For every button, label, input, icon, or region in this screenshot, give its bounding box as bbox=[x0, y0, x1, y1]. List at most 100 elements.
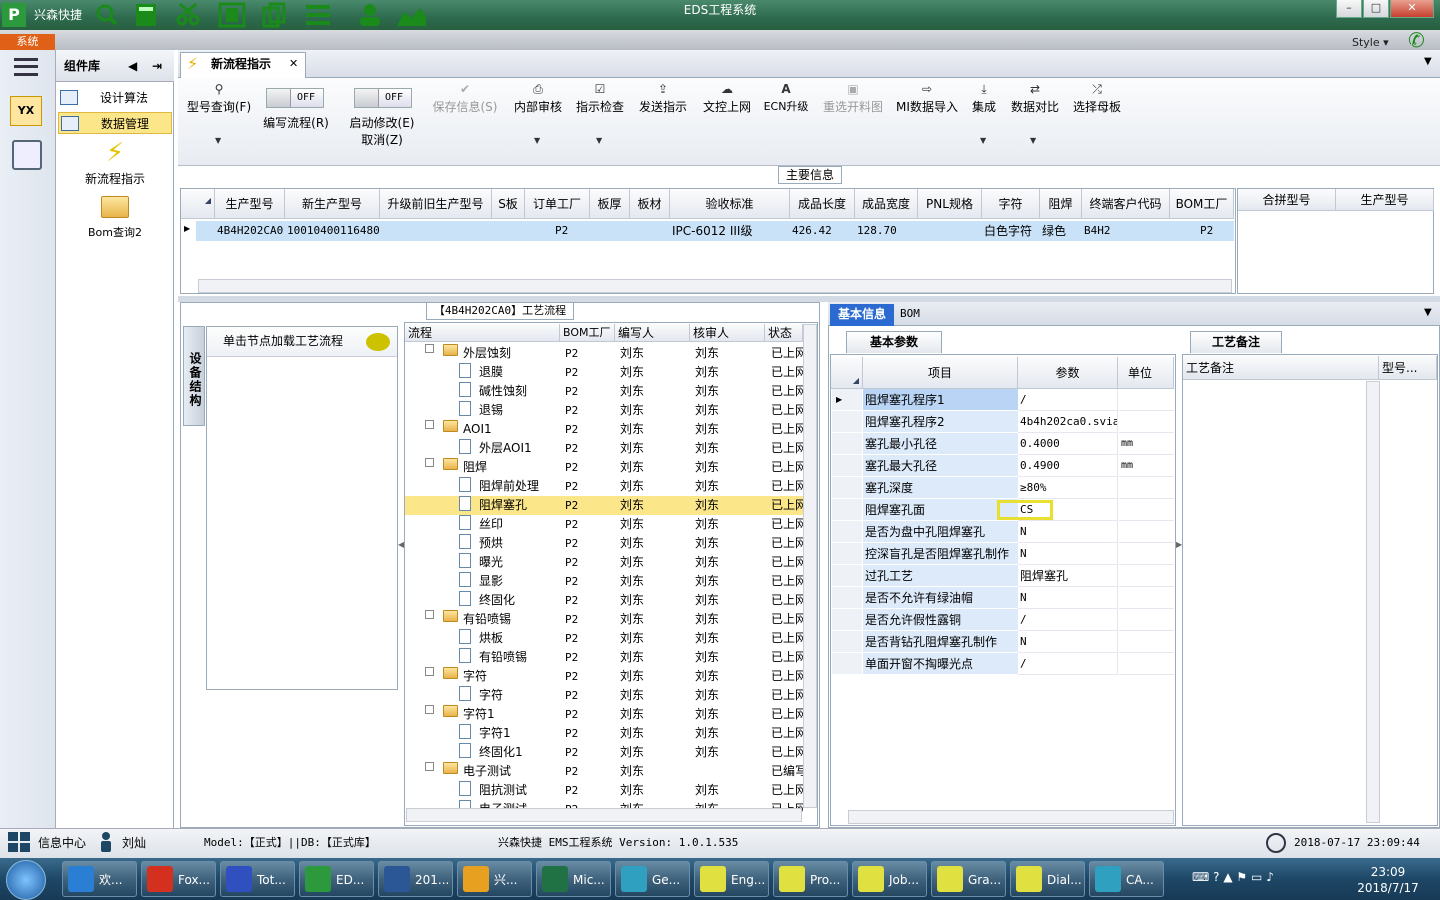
column-header[interactable]: 验收标准 bbox=[670, 189, 790, 219]
collapse-left-icon[interactable]: ◀ bbox=[128, 50, 137, 82]
table-cell[interactable] bbox=[920, 221, 982, 241]
column-header[interactable]: S板 bbox=[492, 189, 525, 219]
tree-row[interactable]: 终固化1 P2 刘东 刘东 已上网 bbox=[405, 743, 803, 762]
param-row[interactable]: 是否允许假性露铜 / bbox=[832, 609, 1174, 631]
column-header[interactable]: 成品宽度 bbox=[855, 189, 918, 219]
param-value[interactable]: N bbox=[1018, 543, 1118, 565]
system-tab[interactable]: 系统 bbox=[0, 34, 55, 50]
sidebar-item-bom-query[interactable]: Bom查询2 bbox=[58, 196, 172, 242]
horizontal-scrollbar[interactable] bbox=[406, 808, 802, 822]
sidebar-item-design-algorithm[interactable]: 设计算法 bbox=[58, 87, 172, 109]
param-value[interactable]: / bbox=[1018, 609, 1118, 631]
tree-row[interactable]: − 字符 P2 刘东 刘东 已上网 bbox=[405, 667, 803, 686]
chart-icon[interactable] bbox=[398, 8, 426, 26]
taskbar-item[interactable]: 兴... bbox=[457, 861, 532, 897]
taskbar-item[interactable]: Pro... bbox=[773, 861, 848, 897]
table-cell[interactable]: B4H2 bbox=[1084, 221, 1170, 241]
tree-row[interactable]: − 外层蚀刻 P2 刘东 刘东 已上网 bbox=[405, 344, 803, 363]
taskbar-item[interactable]: Dial... bbox=[1010, 861, 1085, 897]
mi-import-button[interactable]: ⇨ MI数据导入 bbox=[894, 82, 960, 114]
column-header[interactable]: 工艺备注 bbox=[1183, 356, 1379, 380]
vertical-scrollbar[interactable] bbox=[803, 324, 817, 808]
tree-row[interactable]: 终固化 P2 刘东 刘东 已上网 bbox=[405, 591, 803, 610]
column-header[interactable]: 订单工厂 bbox=[525, 189, 590, 219]
dropdown-arrow-icon[interactable]: ▼ bbox=[534, 136, 540, 145]
column-header[interactable]: 状态 bbox=[765, 324, 803, 342]
column-header[interactable]: 板厚 bbox=[590, 189, 630, 219]
param-value[interactable]: 0.4900 bbox=[1018, 455, 1118, 477]
data-compare-button[interactable]: ⇄ 数据对比 bbox=[1008, 82, 1062, 114]
tree-row[interactable]: − AOI1 P2 刘东 刘东 已上网 bbox=[405, 420, 803, 439]
table-cell[interactable] bbox=[494, 221, 525, 241]
tree-row[interactable]: 预烘 P2 刘东 刘东 已上网 bbox=[405, 534, 803, 553]
tab-equipment-structure[interactable]: 设备结构 bbox=[183, 326, 205, 426]
help-icon[interactable]: ? bbox=[1213, 870, 1219, 884]
taskbar-item[interactable]: 201... bbox=[378, 861, 453, 897]
taskbar-item[interactable]: 欢... bbox=[62, 861, 137, 897]
send-instruction-button[interactable]: ⇪ 发送指示 bbox=[636, 82, 690, 114]
taskbar-clock[interactable]: 23:09 2018/7/17 bbox=[1356, 864, 1420, 896]
collapse-icon[interactable]: − bbox=[425, 420, 434, 429]
list-icon[interactable] bbox=[306, 5, 330, 25]
dropdown-arrow-icon[interactable]: ▼ bbox=[215, 136, 221, 145]
param-row[interactable]: 塞孔最大孔径 0.4900 mm bbox=[832, 455, 1174, 477]
tree-row[interactable]: 烘板 P2 刘东 刘东 已上网 bbox=[405, 629, 803, 648]
table-cell[interactable]: 4B4H202CA0 bbox=[217, 221, 285, 241]
sidebar-item-new-flow[interactable]: ⚡ 新流程指示 bbox=[58, 138, 172, 188]
column-header[interactable]: 终端客户代码 bbox=[1082, 189, 1170, 219]
param-value[interactable]: ≥80% bbox=[1018, 477, 1118, 499]
taskbar-item[interactable]: Eng... bbox=[694, 861, 769, 897]
column-header[interactable]: BOM工厂 bbox=[1170, 189, 1234, 219]
calculator-grid-icon[interactable] bbox=[12, 140, 42, 170]
param-value[interactable]: N bbox=[1018, 587, 1118, 609]
table-cell[interactable] bbox=[592, 221, 630, 241]
param-value[interactable]: 阻焊塞孔 bbox=[1018, 565, 1118, 587]
column-header[interactable]: 核审人 bbox=[690, 324, 765, 342]
tree-row[interactable]: 字符 P2 刘东 刘东 已上网 bbox=[405, 686, 803, 705]
tree-row[interactable]: 退膜 P2 刘东 刘东 已上网 bbox=[405, 363, 803, 382]
column-header[interactable]: 新生产型号 bbox=[285, 189, 380, 219]
table-cell[interactable] bbox=[632, 221, 670, 241]
collapse-icon[interactable]: − bbox=[425, 610, 434, 619]
tree-row[interactable]: − 电子测试 P2 刘东 已编写 bbox=[405, 762, 803, 781]
param-value[interactable]: 4b4h202ca0.svia bbox=[1018, 411, 1118, 433]
collapse-icon[interactable]: − bbox=[425, 458, 434, 467]
integrate-button[interactable]: ⤓ 集成 bbox=[968, 82, 1000, 114]
tab-basic-params[interactable]: 基本参数 bbox=[846, 331, 942, 353]
tree-row[interactable]: 阻抗测试 P2 刘东 刘东 已上网 bbox=[405, 781, 803, 800]
tree-row[interactable]: − 字符1 P2 刘东 刘东 已上网 bbox=[405, 705, 803, 724]
param-row[interactable]: 是否背钻孔阻焊塞孔制作 N bbox=[832, 631, 1174, 653]
tree-row[interactable]: 碱性蚀刻 P2 刘东 刘东 已上网 bbox=[405, 382, 803, 401]
tray-icons[interactable]: ⌨ ? ▲ ⚑ ▭ ♪ bbox=[1192, 870, 1274, 884]
tab-list-icon[interactable]: ▼ bbox=[1424, 56, 1432, 67]
tab-bom[interactable]: BOM bbox=[900, 304, 940, 326]
tree-row[interactable]: 外层AOI1 P2 刘东 刘东 已上网 bbox=[405, 439, 803, 458]
style-menu[interactable]: Style ▾ bbox=[1352, 36, 1389, 49]
calculator-icon[interactable] bbox=[136, 4, 156, 26]
scissors-icon[interactable] bbox=[176, 2, 200, 26]
collapse-icon[interactable]: − bbox=[425, 344, 434, 353]
column-header[interactable]: 合拼型号 bbox=[1238, 189, 1336, 211]
minimize-button[interactable]: – bbox=[1336, 0, 1362, 18]
collapse-icon[interactable]: − bbox=[425, 705, 434, 714]
taskbar-item[interactable]: ED... bbox=[299, 861, 374, 897]
tab-list-icon[interactable]: ▼ bbox=[1424, 307, 1432, 318]
dropdown-arrow-icon[interactable]: ▼ bbox=[596, 136, 602, 145]
tree-row[interactable]: 丝印 P2 刘东 刘东 已上网 bbox=[405, 515, 803, 534]
taskbar-item[interactable]: Tot... bbox=[220, 861, 295, 897]
collapse-icon[interactable]: − bbox=[425, 667, 434, 676]
taskbar-item[interactable]: CA... bbox=[1089, 861, 1164, 897]
horizontal-scrollbar[interactable] bbox=[848, 810, 1174, 824]
column-header[interactable]: 型号... bbox=[1379, 356, 1437, 380]
reselect-cut-map-button[interactable]: ▣ 重选开料图 bbox=[820, 82, 886, 114]
column-header[interactable]: 编写人 bbox=[615, 324, 690, 342]
volume-icon[interactable]: ♪ bbox=[1266, 870, 1274, 884]
taskbar-item[interactable]: Job... bbox=[852, 861, 927, 897]
column-header[interactable]: PNL规格 bbox=[918, 189, 982, 219]
param-row[interactable]: 是否为盘中孔阻焊塞孔 N bbox=[832, 521, 1174, 543]
taskbar-item[interactable]: Mic... bbox=[536, 861, 611, 897]
model-query-button[interactable]: ⚲ 型号查询(F) bbox=[184, 82, 254, 114]
sidebar-item-data-management[interactable]: 数据管理 bbox=[58, 112, 172, 134]
tree-row[interactable]: 阻焊前处理 P2 刘东 刘东 已上网 bbox=[405, 477, 803, 496]
taskbar-item[interactable]: Fox... bbox=[141, 861, 216, 897]
